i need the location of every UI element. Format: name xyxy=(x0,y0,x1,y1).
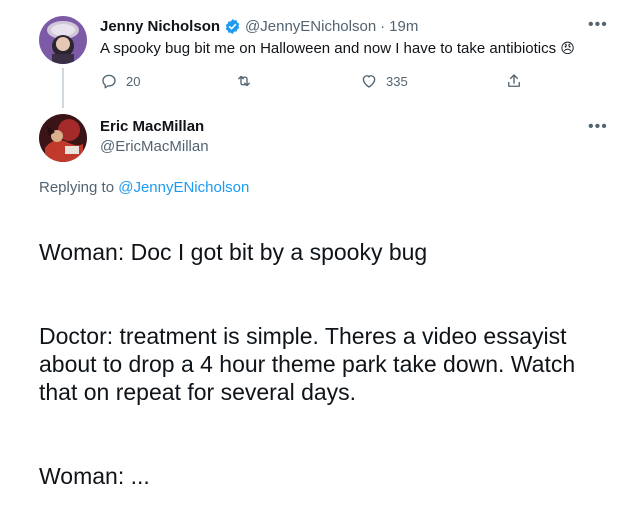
parent-separator: · xyxy=(380,18,386,35)
reply-handle[interactable]: @EricMacMillan xyxy=(100,138,209,155)
like-count: 335 xyxy=(386,73,408,89)
jenny-avatar[interactable] xyxy=(39,16,87,64)
reply-count: 20 xyxy=(126,73,141,89)
replying-to-label: Replying to xyxy=(39,179,115,196)
share-button[interactable] xyxy=(505,72,523,90)
reply-line-2: Doctor: treatment is simple. Theres a vi… xyxy=(39,323,576,405)
parent-handle[interactable]: @JennyENicholson xyxy=(245,18,376,35)
reply-button[interactable]: 20 xyxy=(100,72,140,90)
retweet-button[interactable] xyxy=(235,72,261,90)
eric-avatar[interactable] xyxy=(39,114,87,162)
parent-display-name[interactable]: Jenny Nicholson xyxy=(100,18,220,35)
parent-tweet-text: A spooky bug bit me on Halloween and now… xyxy=(100,40,575,57)
reply-tweet-body: Woman: Doc I got bit by a spooky bug Doc… xyxy=(39,210,619,518)
share-icon xyxy=(505,72,523,90)
like-button[interactable]: 335 xyxy=(360,72,408,90)
replying-to-line: Replying to @JennyENicholson xyxy=(39,179,249,196)
reply-more-icon[interactable]: ••• xyxy=(588,119,608,135)
parent-header: Jenny Nicholson @JennyENicholson · 19m xyxy=(100,18,418,35)
verified-badge-icon xyxy=(224,18,241,35)
parent-text: A spooky bug bit me on Halloween and now… xyxy=(100,40,557,57)
reply-line-1: Woman: Doc I got bit by a spooky bug xyxy=(39,239,428,265)
like-icon xyxy=(360,72,378,90)
reply-icon xyxy=(100,72,118,90)
thread-connector-line xyxy=(62,68,64,108)
replying-to-link[interactable]: @JennyENicholson xyxy=(118,179,249,196)
retweet-icon xyxy=(235,72,253,90)
reply-line-3: Woman: ... xyxy=(39,463,150,489)
angry-emoji-icon: 😠 xyxy=(560,40,575,56)
parent-timestamp[interactable]: 19m xyxy=(389,18,418,35)
parent-more-icon[interactable]: ••• xyxy=(588,17,608,33)
reply-display-name[interactable]: Eric MacMillan xyxy=(100,118,204,135)
